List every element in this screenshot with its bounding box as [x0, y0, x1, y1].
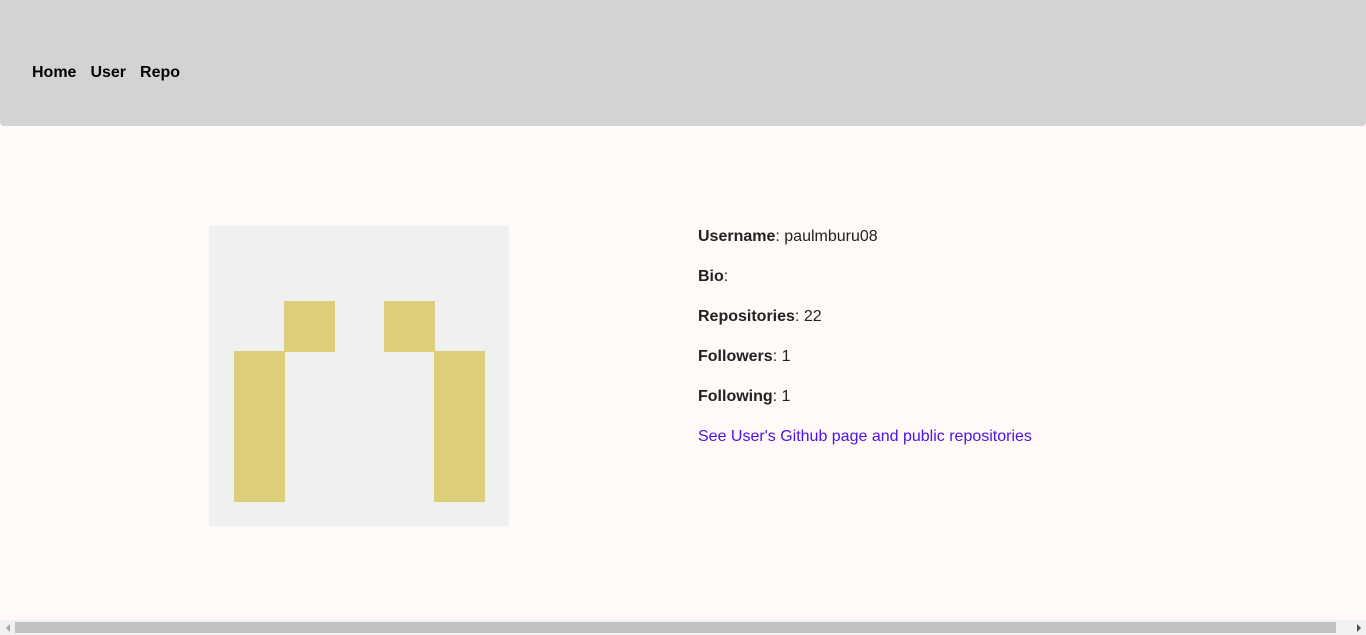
avatar-block — [284, 301, 335, 352]
arrow-left-icon — [5, 623, 10, 632]
username-value: : paulmburu08 — [775, 228, 878, 245]
bio-row: Bio: — [698, 267, 1032, 287]
scrollbar-thumb[interactable] — [15, 622, 1336, 633]
scroll-left-button[interactable] — [0, 620, 15, 635]
following-row: Following: 1 — [698, 387, 1032, 407]
repositories-value: : 22 — [794, 308, 822, 325]
identicon-icon — [209, 226, 509, 526]
github-link-row: See User's Github page and public reposi… — [698, 427, 1032, 447]
profile-info: Username: paulmburu08 Bio: Repositories:… — [698, 227, 1032, 467]
arrow-right-icon — [1356, 623, 1361, 632]
navbar: Home User Repo — [0, 0, 1366, 126]
avatar-block — [384, 301, 435, 352]
following-label: Following — [698, 388, 773, 405]
scroll-right-button[interactable] — [1351, 620, 1366, 635]
nav-link-user[interactable]: User — [90, 63, 126, 83]
repositories-label: Repositories — [698, 308, 795, 325]
nav-link-repo[interactable]: Repo — [140, 63, 180, 83]
bio-value: : — [723, 268, 729, 285]
following-value: : 1 — [772, 388, 791, 405]
username-row: Username: paulmburu08 — [698, 227, 1032, 247]
bio-label: Bio — [698, 268, 724, 285]
followers-label: Followers — [698, 348, 773, 365]
nav-link-home[interactable]: Home — [32, 63, 76, 83]
avatar — [209, 226, 509, 526]
github-page-link[interactable]: See User's Github page and public reposi… — [698, 428, 1032, 445]
username-label: Username — [698, 228, 776, 245]
avatar-block — [234, 351, 285, 502]
repositories-row: Repositories: 22 — [698, 307, 1032, 327]
nav-links: Home User Repo — [32, 63, 180, 83]
horizontal-scrollbar[interactable] — [0, 620, 1366, 635]
followers-value: : 1 — [772, 348, 791, 365]
followers-row: Followers: 1 — [698, 347, 1032, 367]
avatar-block — [434, 351, 485, 502]
